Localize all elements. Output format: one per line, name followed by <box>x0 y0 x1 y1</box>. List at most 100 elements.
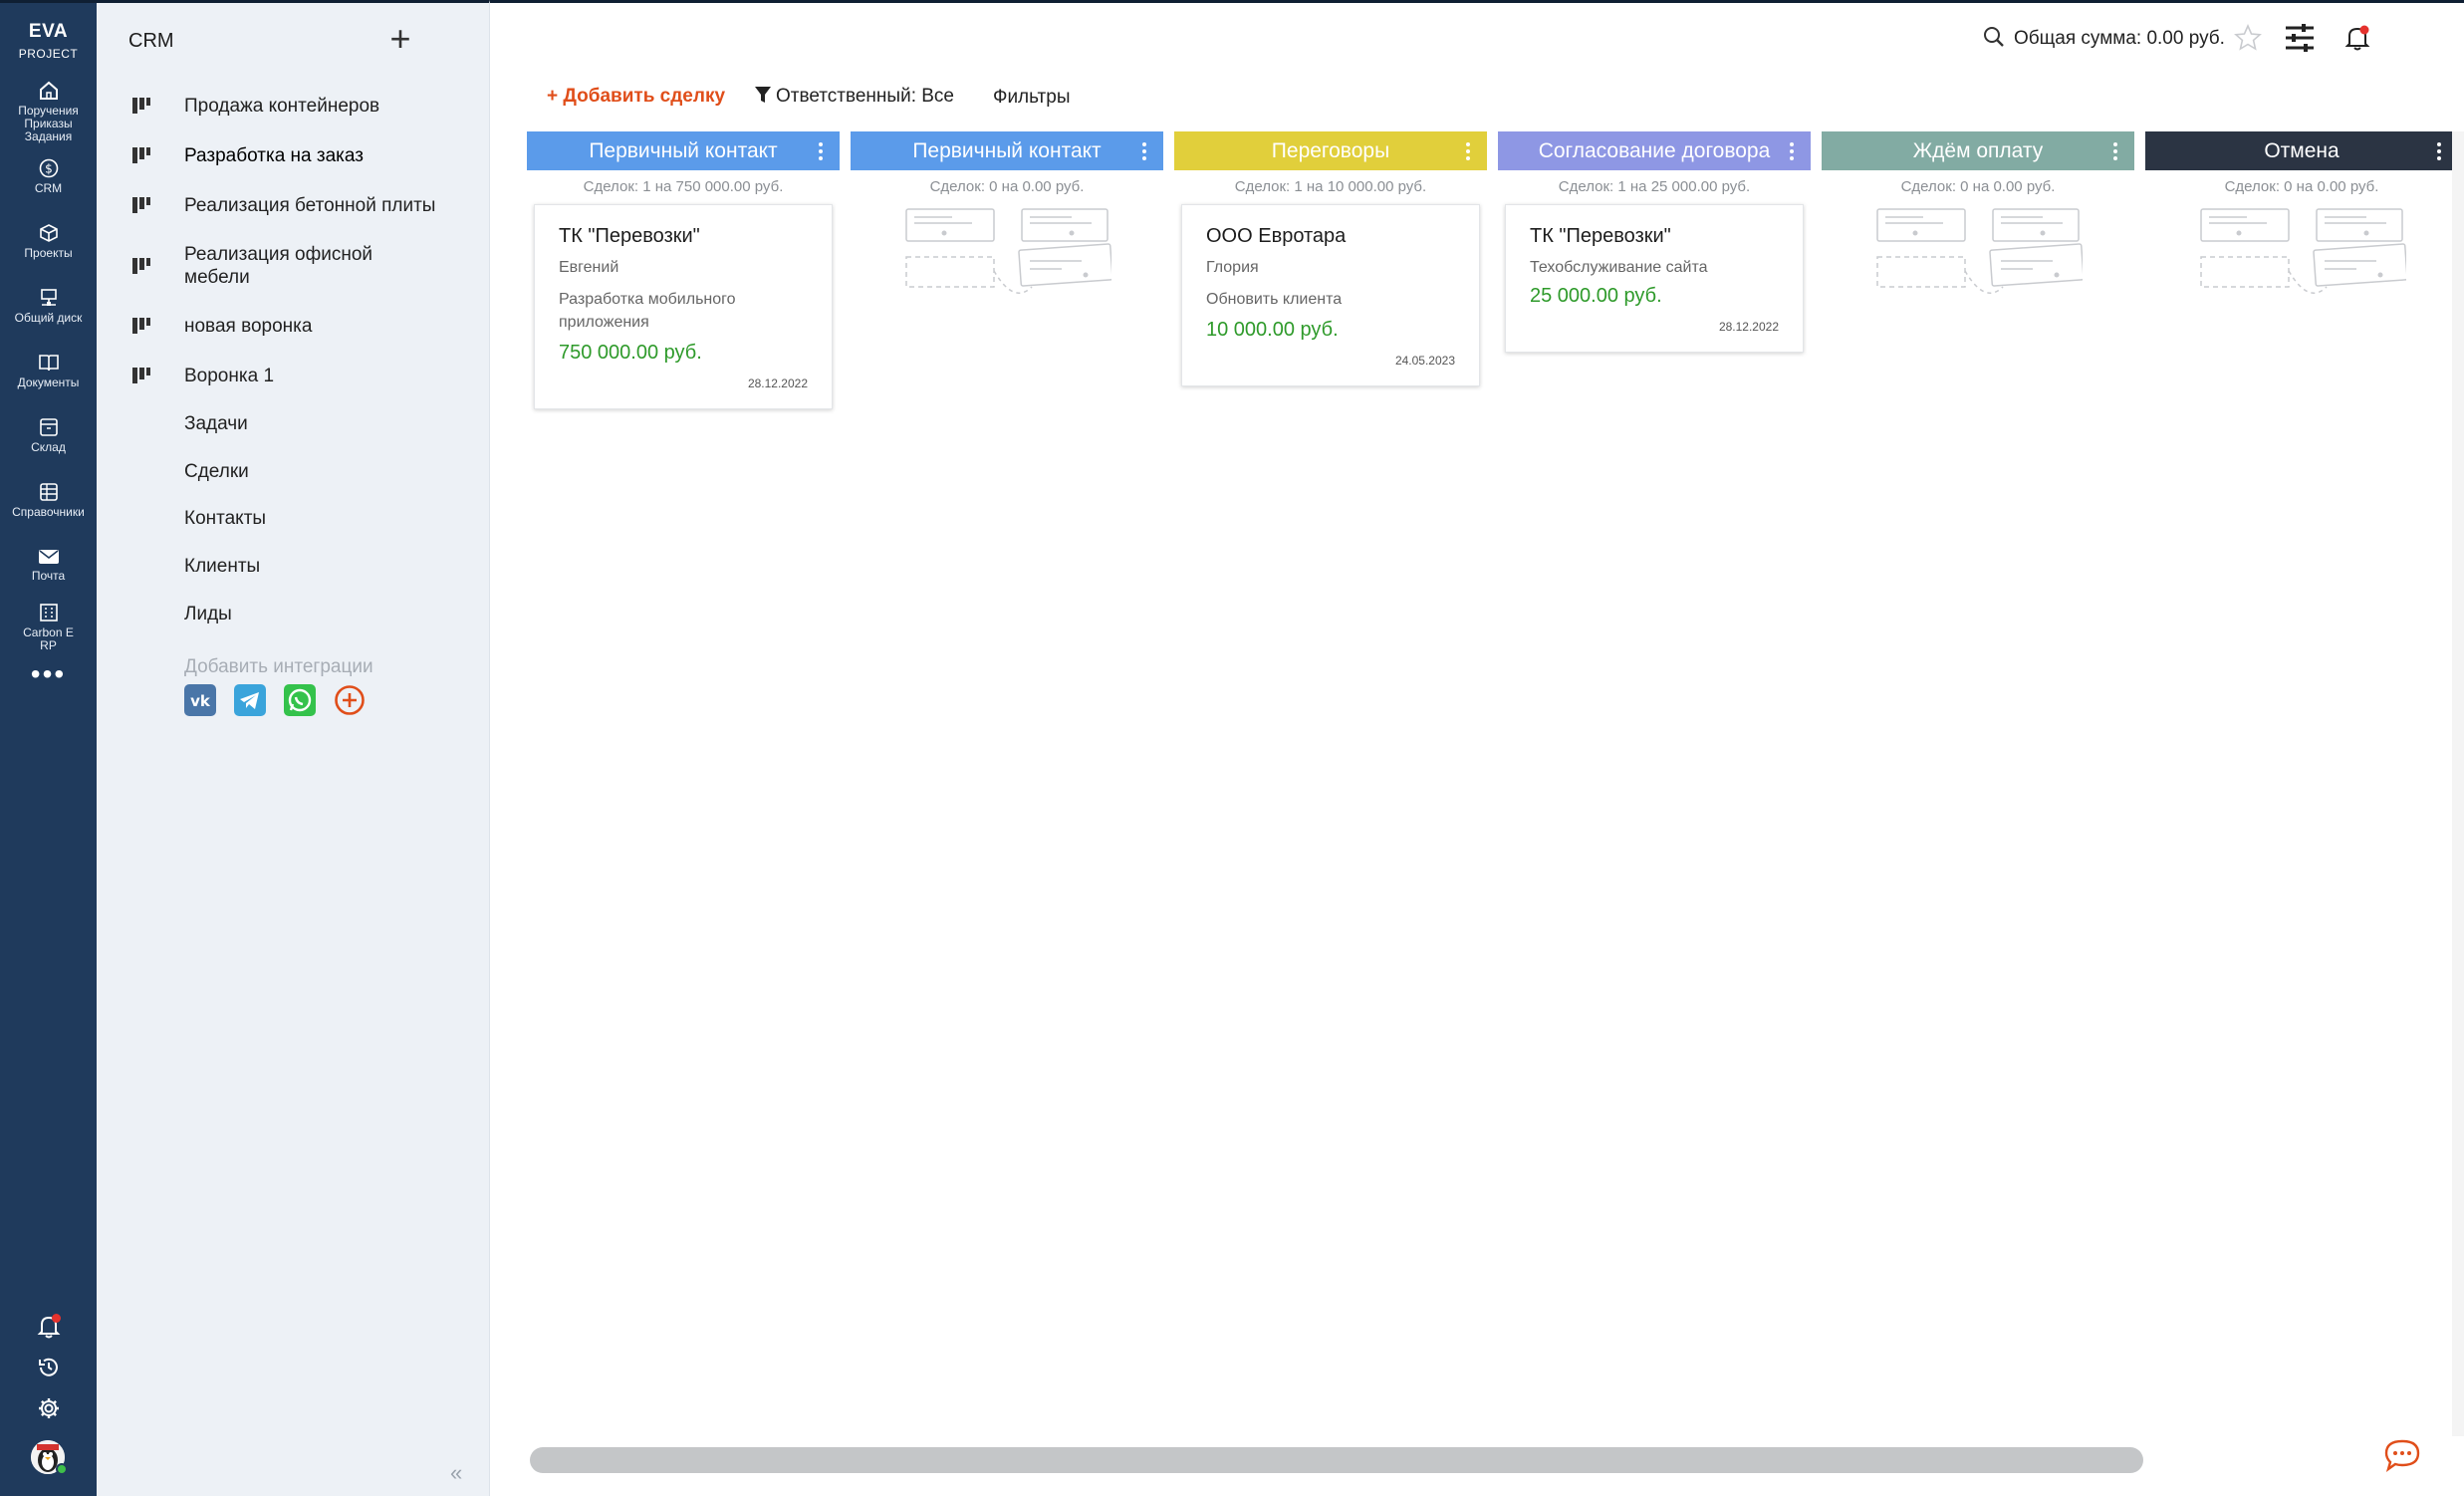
settings-button[interactable] <box>0 1396 97 1420</box>
add-integration-button[interactable] <box>334 684 366 716</box>
rail-item-directories[interactable]: Справочники <box>0 482 97 519</box>
mail-icon <box>38 550 59 564</box>
plus-circle-icon <box>335 685 365 715</box>
sidebar-title: CRM <box>128 30 174 52</box>
add-funnel-button[interactable]: + <box>383 21 417 57</box>
column-menu-icon[interactable] <box>816 131 826 170</box>
sidebar-link-clients[interactable]: Клиенты <box>184 556 260 578</box>
column-menu-icon[interactable] <box>2434 131 2444 170</box>
funnel-label: Воронка 1 <box>184 366 275 386</box>
rail-item-documents[interactable]: Документы <box>0 353 97 389</box>
notifications-top-button[interactable] <box>2344 24 2370 57</box>
column-header[interactable]: Первичный контакт <box>527 131 840 170</box>
whatsapp-icon <box>288 688 312 712</box>
sidebar-link-deals[interactable]: Сделки <box>184 461 249 483</box>
whatsapp-integration-button[interactable] <box>284 684 316 716</box>
deal-amount: 10 000.00 руб. <box>1206 319 1339 341</box>
telegram-icon <box>240 692 259 709</box>
search-button[interactable] <box>1982 25 2006 54</box>
kanban-main: Общая сумма: 0.00 руб. + Добавить сделку… <box>490 0 2464 1496</box>
vertical-scrollbar[interactable] <box>2452 131 2464 1436</box>
rail-item-mail[interactable]: Почта <box>0 548 97 583</box>
rail-item-crm[interactable]: $ CRM <box>0 158 97 195</box>
app-logo[interactable]: EVA PROJECT <box>0 21 97 61</box>
sidebar-link-leads[interactable]: Лиды <box>184 604 232 625</box>
empty-column-illustration <box>905 208 1111 294</box>
telegram-integration-button[interactable] <box>234 684 266 716</box>
chat-bubble-icon <box>2384 1439 2420 1472</box>
settings-sliders-button[interactable] <box>2284 23 2316 58</box>
search-icon <box>1984 27 2004 47</box>
kanban-icon <box>132 368 150 383</box>
more-dots-icon[interactable]: ••• <box>0 660 97 688</box>
kanban-column: Переговоры Сделок: 1 на 10 000.00 руб. О… <box>1174 131 1487 386</box>
rail-item-warehouse[interactable]: Склад <box>0 417 97 454</box>
sidebar-link-contacts[interactable]: Контакты <box>184 508 266 530</box>
rail-item-label: Документы <box>17 375 80 389</box>
star-icon <box>2234 24 2262 51</box>
vk-integration-button[interactable]: vk <box>184 684 216 716</box>
rail-item-orders[interactable]: Поручения Приказы Задания <box>0 81 97 143</box>
notifications-button[interactable] <box>0 1314 97 1340</box>
gear-icon <box>38 1398 59 1418</box>
crm-sidebar: CRM + Продажа контейнеров Разработка на … <box>97 0 490 1496</box>
column-header[interactable]: Первичный контакт <box>851 131 1163 170</box>
rail-item-label: Справочники <box>12 505 85 519</box>
deal-title: ООО Евротара <box>1206 225 1347 247</box>
empty-column-illustration <box>2200 208 2406 294</box>
column-stats: Сделок: 0 на 0.00 руб. <box>2224 178 2379 195</box>
sidebar-link-tasks[interactable]: Задачи <box>184 413 248 435</box>
deal-amount: 25 000.00 руб. <box>1530 285 1662 307</box>
deal-date: 28.12.2022 <box>1718 320 1779 334</box>
building-icon <box>39 604 58 622</box>
kanban-column: Отмена Сделок: 0 на 0.00 руб. <box>2145 131 2458 305</box>
favorite-button[interactable] <box>2233 23 2263 58</box>
rail-item-label: Почта <box>31 569 66 583</box>
history-button[interactable] <box>0 1356 97 1379</box>
kanban-column: Ждём оплату Сделок: 0 на 0.00 руб. <box>1822 131 2134 305</box>
deal-card[interactable]: ООО Евротара Глория Обновить клиента 10 … <box>1181 204 1480 386</box>
kanban-icon <box>132 318 150 334</box>
collapse-sidebar-button[interactable]: « <box>450 1460 462 1486</box>
funnel-label: Продажа контейнеров <box>184 96 380 117</box>
deal-card[interactable]: ТК "Перевозки" Техобслуживание сайта 25 … <box>1505 204 1804 353</box>
rail-item-label: Carbon E RP <box>23 625 74 652</box>
column-stats: Сделок: 1 на 25 000.00 руб. <box>1558 178 1751 195</box>
responsible-label: Ответственный: Все <box>776 86 954 107</box>
add-deal-button[interactable]: + Добавить сделку <box>547 86 725 108</box>
rail-item-shared-drive[interactable]: Общий диск <box>0 288 97 325</box>
column-menu-icon[interactable] <box>1139 131 1149 170</box>
kanban-column: Первичный контакт Сделок: 1 на 750 000.0… <box>527 131 840 409</box>
chat-button[interactable] <box>2382 1437 2422 1478</box>
deal-contact: Евгений <box>559 259 619 276</box>
total-sum: Общая сумма: 0.00 руб. <box>2014 28 2225 49</box>
responsible-filter[interactable]: Ответственный: Все <box>754 85 954 108</box>
integrations-title: Добавить интеграции <box>184 656 373 677</box>
rail-item-label: CRM <box>34 181 63 195</box>
column-header[interactable]: Переговоры <box>1174 131 1487 170</box>
deal-card[interactable]: ТК "Перевозки" Евгений Разработка мобиль… <box>534 204 833 409</box>
funnel-label: Реализация бетонной плиты <box>184 195 436 216</box>
rail-item-projects[interactable]: Проекты <box>0 223 97 260</box>
column-header[interactable]: Ждём оплату <box>1822 131 2134 170</box>
kanban-icon <box>132 147 150 163</box>
column-stats: Сделок: 1 на 10 000.00 руб. <box>1234 178 1427 195</box>
column-title: Первичный контакт <box>912 139 1102 162</box>
deal-title: ТК "Перевозки" <box>1530 225 1671 247</box>
book-icon <box>38 355 59 372</box>
column-header[interactable]: Согласование договора <box>1498 131 1811 170</box>
column-menu-icon[interactable] <box>2110 131 2120 170</box>
rail-item-carbon-erp[interactable]: Carbon E RP <box>0 603 97 652</box>
column-menu-icon[interactable] <box>1463 131 1473 170</box>
horizontal-scrollbar[interactable] <box>530 1447 2143 1473</box>
rail-item-label: Поручения Приказы Задания <box>18 104 79 143</box>
column-title: Согласование договора <box>1538 139 1771 162</box>
filters-button[interactable]: Фильтры <box>993 87 1070 109</box>
vk-icon: vk <box>190 692 211 710</box>
bell-icon <box>2344 25 2370 51</box>
column-title: Переговоры <box>1271 139 1390 162</box>
column-header[interactable]: Отмена <box>2145 131 2458 170</box>
column-menu-icon[interactable] <box>1787 131 1797 170</box>
column-stats: Сделок: 0 на 0.00 руб. <box>1900 178 2056 195</box>
main-nav-rail: EVA PROJECT Поручения Приказы Задания $ … <box>0 0 97 1496</box>
